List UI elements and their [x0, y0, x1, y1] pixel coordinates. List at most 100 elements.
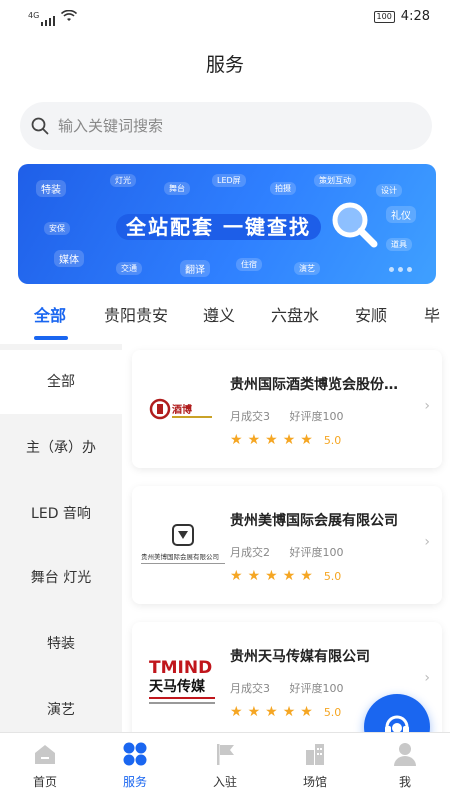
home-icon [32, 741, 58, 767]
tab-anshun[interactable]: 安顺 [355, 302, 387, 326]
sidebar-item-stage-lighting[interactable]: 舞台 灯光 [0, 546, 122, 610]
rating-value: 5.0 [323, 569, 342, 583]
tabbar-label: 我 [398, 775, 411, 789]
banner-tag: 演艺 [294, 262, 320, 275]
magnifier-icon [328, 198, 380, 250]
sidebar-item-led-audio[interactable]: LED 音响 [0, 482, 122, 546]
tab-guiyang-guian[interactable]: 贵阳贵安 [104, 302, 168, 326]
rating-value: 5.0 [323, 705, 342, 719]
star-rating: ★ ★ ★ ★ ★ 5.0 [230, 568, 341, 584]
status-right: 100 4:28 [373, 9, 430, 24]
company-stats: 月成交2 好评度100 [230, 544, 360, 560]
banner-tag: 礼仪 [386, 206, 416, 223]
category-sidebar: 全部 主（承）办 LED 音响 舞台 灯光 特装 演艺 [0, 344, 122, 738]
company-card[interactable]: 酒博 贵州国际酒类博览会股份… 月成交3 好评度100 ★ ★ ★ ★ ★ 5.… [132, 350, 442, 468]
banner-tag: 设计 [376, 184, 402, 197]
star-rating: ★ ★ ★ ★ ★ 5.0 [230, 704, 341, 720]
tabbar-item-venue[interactable]: 场馆 [280, 741, 350, 790]
tab-all[interactable]: 全部 [34, 302, 66, 326]
page-title: 服务 [205, 54, 244, 76]
flag-icon [212, 741, 238, 767]
star-icon: ★ [300, 432, 313, 448]
tabbar-label: 入驻 [212, 775, 237, 789]
company-name: 贵州国际酒类博览会股份… [230, 377, 398, 393]
svg-text:贵州美博国际会展有限公司: 贵州美博国际会展有限公司 [141, 552, 219, 561]
network-label: 4G [28, 11, 40, 20]
praise-rate: 好评度100 [289, 546, 344, 559]
carousel-dot [389, 267, 394, 272]
signal-bar [41, 22, 44, 26]
svg-text:天马传媒: 天马传媒 [149, 678, 206, 695]
company-card[interactable]: 贵州美博国际会展有限公司 贵州美博国际会展有限公司 月成交2 好评度100 ★ … [132, 486, 442, 604]
banner-tag: 拍摄 [270, 182, 296, 195]
search-box[interactable] [20, 102, 432, 150]
star-icon: ★ [300, 568, 313, 584]
tab-liupanshui[interactable]: 六盘水 [271, 302, 319, 326]
banner-tag: 舞台 [164, 182, 190, 195]
star-icon: ★ [282, 432, 296, 448]
bottom-tab-bar: 首页 服务 入驻 场馆 我 [0, 732, 450, 800]
page-header: 服务 [0, 36, 450, 94]
banner-tag: 翻译 [180, 260, 210, 277]
company-logo: TMIND 天马传媒 [140, 646, 226, 716]
tabbar-item-services[interactable]: 服务 [100, 741, 170, 790]
monthly-deals: 月成交3 [230, 682, 270, 695]
banner-tag: 交通 [116, 262, 142, 275]
tabbar-item-join[interactable]: 入驻 [190, 741, 260, 790]
star-icon: ★ [247, 704, 261, 720]
carousel-dot [407, 267, 412, 272]
signal-bar [45, 20, 48, 26]
company-stats: 月成交3 好评度100 [230, 408, 360, 424]
tab-bijie[interactable]: 毕 [424, 302, 440, 326]
company-logo: 酒博 [140, 374, 226, 444]
promo-banner[interactable]: 特装 灯光 舞台 LED屏 拍摄 策划互动 设计 礼仪 安保 媒体 交通 翻译 … [18, 164, 436, 284]
search-input[interactable] [58, 117, 398, 135]
company-name: 贵州美博国际会展有限公司 [230, 513, 398, 529]
battery-icon: 100 [373, 10, 395, 23]
banner-tag: 策划互动 [314, 174, 356, 187]
star-icon: ★ [300, 704, 313, 720]
banner-tag: 安保 [44, 222, 70, 235]
banner-headline: 全站配套 一键查找 [116, 211, 321, 240]
star-icon: ★ [230, 432, 243, 448]
banner-tag: 灯光 [110, 174, 136, 187]
tabbar-item-me[interactable]: 我 [370, 741, 440, 790]
tab-zunyi[interactable]: 遵义 [203, 302, 235, 326]
star-icon: ★ [265, 568, 278, 584]
banner-tag: LED屏 [212, 174, 246, 187]
clock: 4:28 [400, 9, 430, 24]
star-icon: ★ [247, 568, 261, 584]
user-icon [392, 741, 418, 767]
sidebar-item-organizer[interactable]: 主（承）办 [0, 416, 122, 480]
rating-value: 5.0 [323, 433, 342, 447]
star-icon: ★ [265, 432, 278, 448]
svg-text:TMIND: TMIND [149, 658, 212, 678]
banner-tag: 道具 [386, 238, 412, 251]
star-icon: ★ [282, 568, 296, 584]
carousel-indicator [389, 267, 412, 272]
search-icon [30, 116, 50, 136]
tabbar-item-home[interactable]: 首页 [10, 741, 80, 790]
chevron-right-icon: › [424, 534, 430, 550]
carousel-dot [398, 267, 403, 272]
venue-icon [302, 741, 328, 767]
banner-section: 特装 灯光 舞台 LED屏 拍摄 策划互动 设计 礼仪 安保 媒体 交通 翻译 … [0, 156, 450, 290]
tabbar-label: 首页 [32, 775, 57, 789]
tabbar-label: 场馆 [302, 775, 327, 789]
sidebar-item-special-build[interactable]: 特装 [0, 612, 122, 676]
tabbar-label: 服务 [122, 775, 147, 789]
company-stats: 月成交3 好评度100 [230, 680, 360, 696]
services-icon [122, 741, 148, 767]
status-bar: 4G 100 4:28 [0, 0, 450, 36]
monthly-deals: 月成交2 [230, 546, 270, 559]
star-icon: ★ [230, 568, 243, 584]
company-name: 贵州天马传媒有限公司 [230, 649, 370, 665]
chevron-right-icon: › [424, 398, 430, 414]
monthly-deals: 月成交3 [230, 410, 270, 423]
sidebar-item-all[interactable]: 全部 [0, 350, 122, 414]
company-list: 酒博 贵州国际酒类博览会股份… 月成交3 好评度100 ★ ★ ★ ★ ★ 5.… [122, 344, 450, 738]
region-tabs: 全部 贵阳贵安 遵义 六盘水 安顺 毕 [0, 290, 450, 344]
banner-tag: 住宿 [236, 258, 262, 271]
star-rating: ★ ★ ★ ★ ★ 5.0 [230, 432, 341, 448]
banner-tag: 特装 [36, 180, 66, 197]
